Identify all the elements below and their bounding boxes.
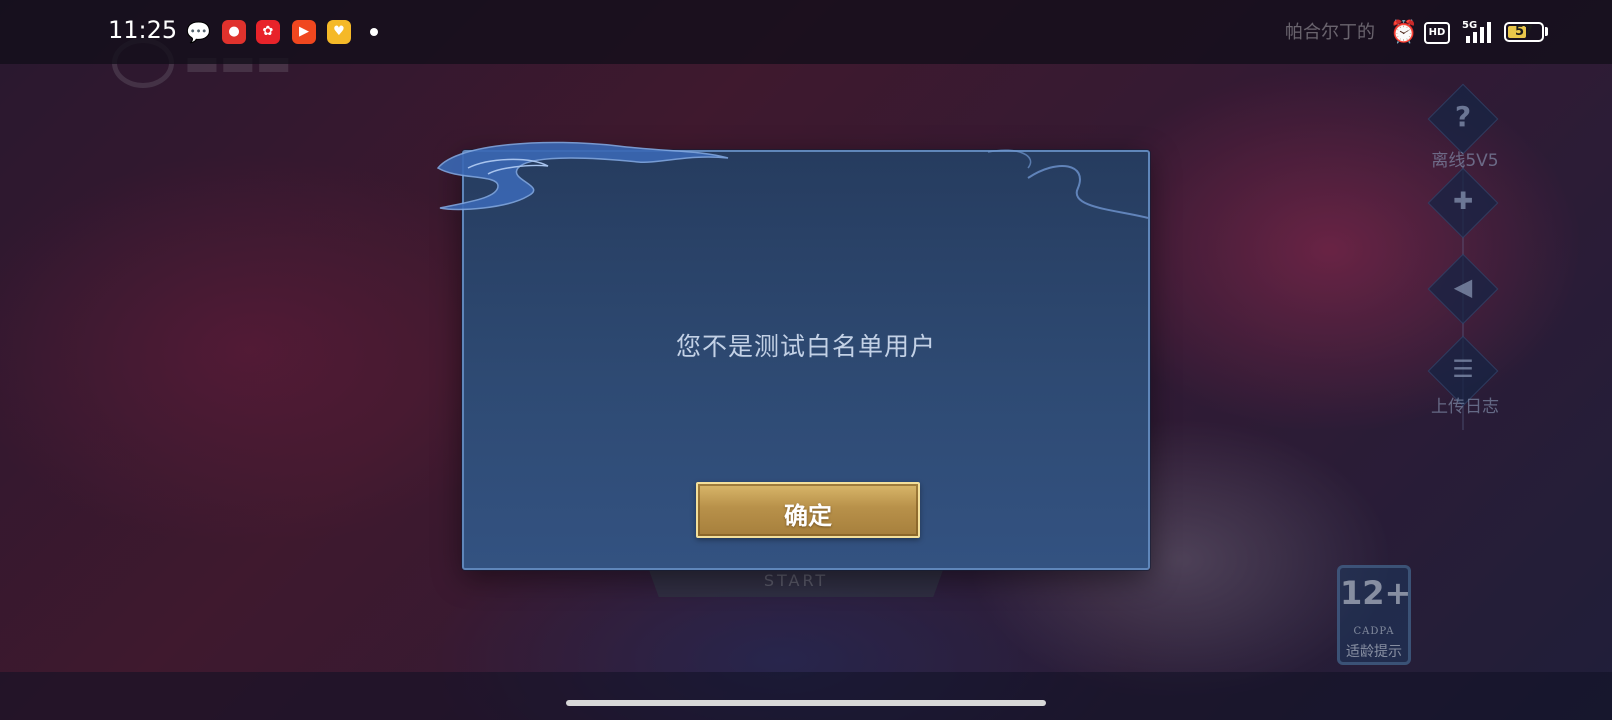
pinduoduo-icon: ● <box>222 20 246 44</box>
battery-cap <box>1545 27 1548 36</box>
taobao-icon: ✿ <box>256 20 280 44</box>
reward-icon: ♥ <box>327 20 351 44</box>
confirm-button[interactable]: 确定 <box>696 482 920 538</box>
dialog-cloud-ornament <box>436 141 1149 219</box>
dialog-message: 您不是测试白名单用户 <box>675 332 936 361</box>
confirm-button-label: 确定 <box>784 502 832 530</box>
player-name: 帕合尔丁的 <box>1285 22 1375 43</box>
hd-badge: HD <box>1424 22 1450 44</box>
home-indicator[interactable] <box>566 700 1046 706</box>
battery-level: 57 <box>1514 24 1534 39</box>
battery-icon: 57 <box>1504 22 1544 42</box>
network-label: 5G <box>1462 20 1477 31</box>
game-screen: ▬▬▬ ? 离线5V5 ✚ ◀ ☰ 上传日志 START 12+ CADPA 适… <box>0 0 1612 720</box>
wechat-icon: 💬 <box>186 20 211 44</box>
status-time: 11:25 <box>108 16 178 44</box>
status-bar: 11:25 💬 ● ✿ ▶ ♥ 帕合尔丁的 ⏰ HD 5G 57 <box>0 0 1612 64</box>
signal-5g-icon: 5G <box>1462 20 1491 43</box>
alarm-icon: ⏰ <box>1390 20 1418 45</box>
more-notifications-dot <box>370 28 378 36</box>
video-play-icon: ▶ <box>292 20 316 44</box>
